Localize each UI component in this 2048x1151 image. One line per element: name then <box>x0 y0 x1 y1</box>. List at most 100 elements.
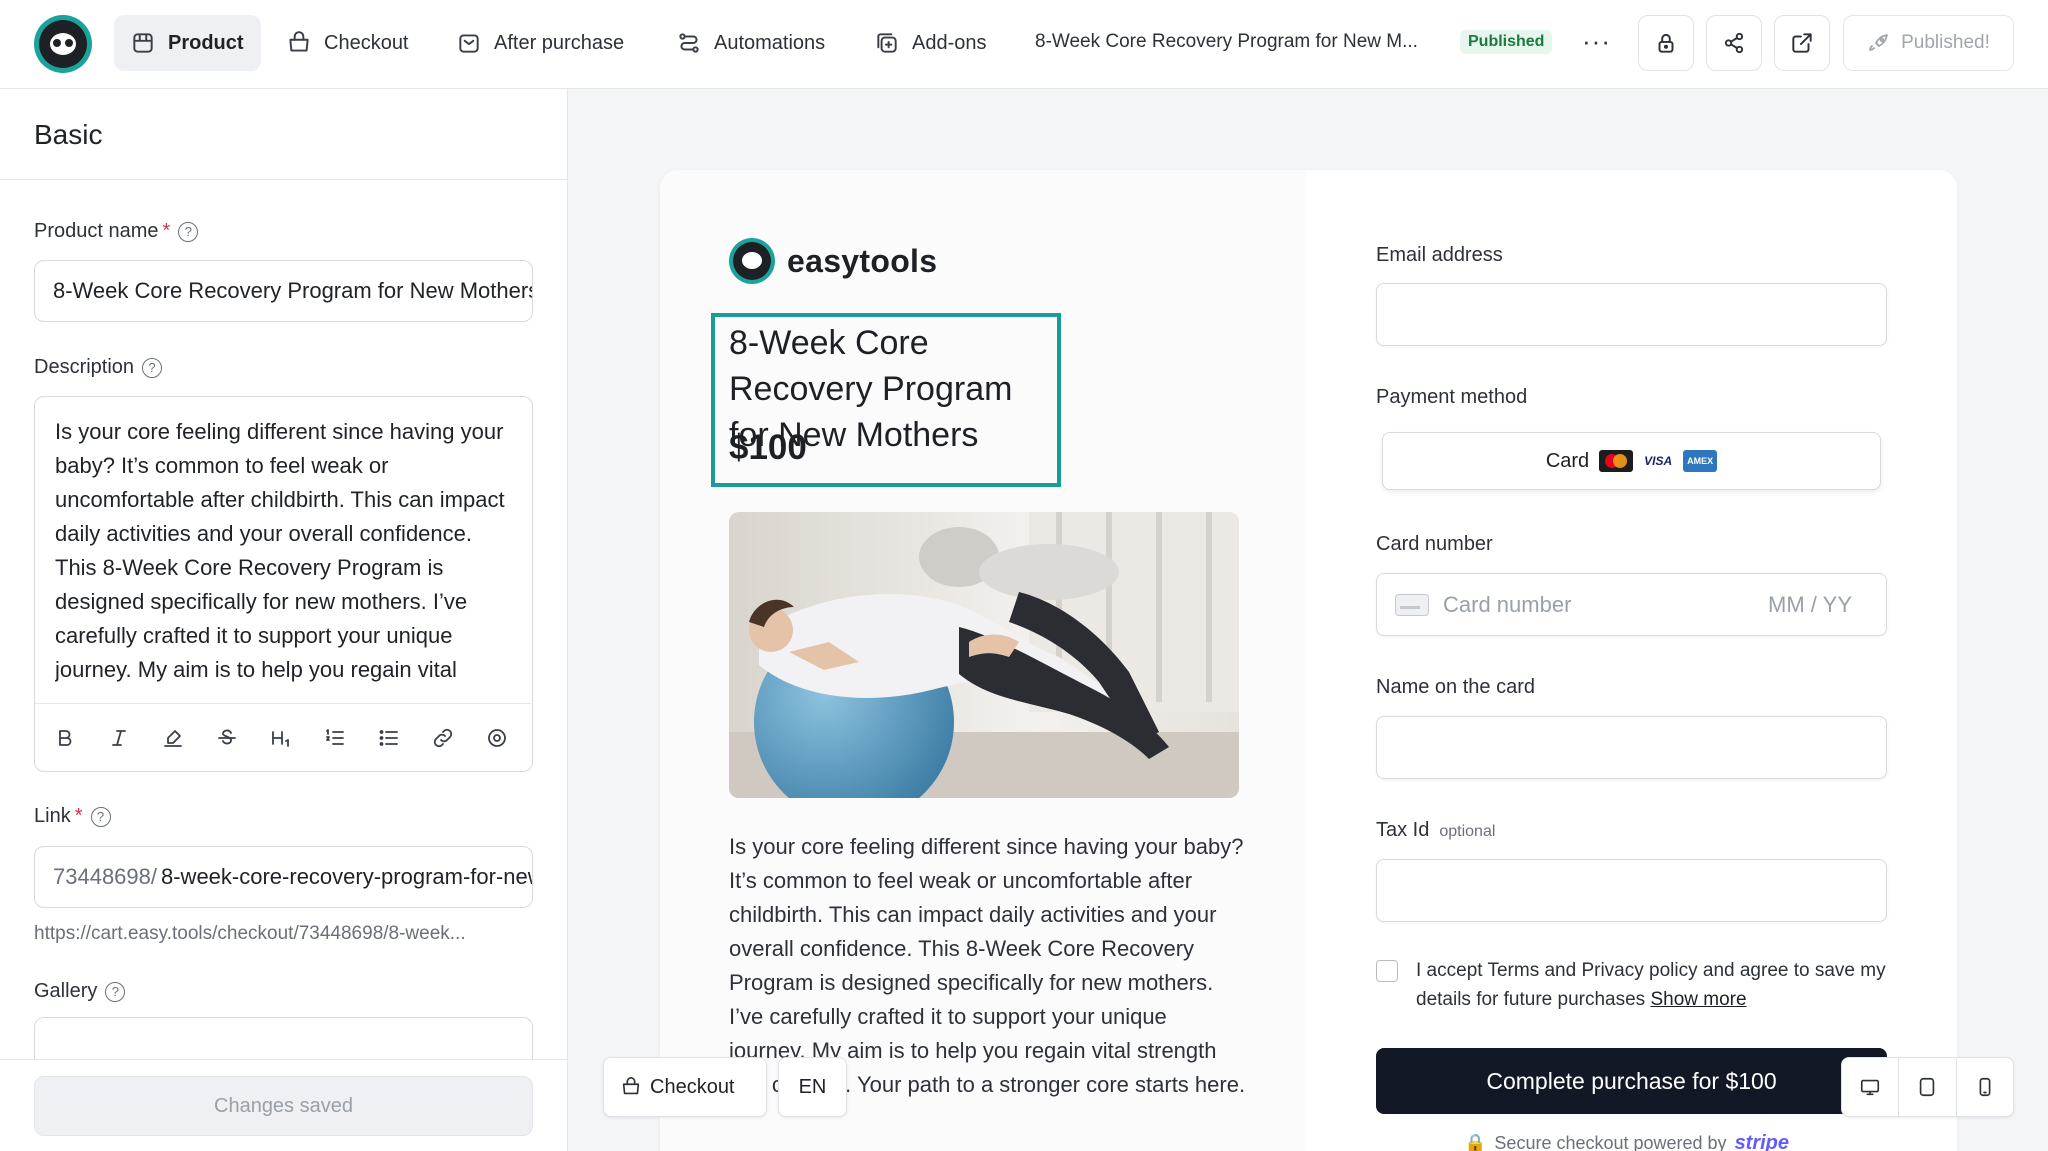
share-button[interactable] <box>1706 15 1762 71</box>
checkout-preview: easytools 8-Week Core Recovery Program f… <box>660 170 1957 1151</box>
tab-after-purchase[interactable]: After purchase <box>440 15 640 71</box>
heading-icon[interactable] <box>265 722 297 754</box>
top-bar: Product Checkout After purchase Automati… <box>0 0 2048 89</box>
help-icon[interactable]: ? <box>105 981 126 1002</box>
email-label: Email address <box>1376 244 1503 266</box>
help-icon[interactable]: ? <box>142 357 163 378</box>
highlight-icon[interactable] <box>157 722 189 754</box>
payment-card-label: Card <box>1545 449 1590 472</box>
brand: easytools <box>729 238 937 284</box>
mastercard-icon <box>1599 450 1634 472</box>
section-title: Basic <box>34 119 103 150</box>
visa-icon: VISA <box>1644 454 1673 468</box>
checkout-view-button[interactable]: Checkout <box>603 1057 767 1117</box>
amex-icon: AMEX <box>1683 450 1718 472</box>
share-icon <box>1724 32 1744 54</box>
required-mark: * <box>162 220 171 242</box>
publish-button[interactable]: Published! <box>1843 15 2014 71</box>
optional-tag: optional <box>1439 823 1496 840</box>
description-editor[interactable]: Is your core feeling different since hav… <box>34 396 533 772</box>
product-price[interactable]: $100 <box>729 428 807 468</box>
mobile-icon[interactable] <box>1957 1058 2013 1116</box>
changes-saved-button[interactable]: Changes saved <box>34 1076 533 1136</box>
complete-purchase-button[interactable]: Complete purchase for $100 <box>1376 1048 1887 1114</box>
emoji-icon[interactable] <box>481 722 513 754</box>
link-icon[interactable] <box>427 722 459 754</box>
numbered-list-icon[interactable] <box>319 722 351 754</box>
product-image[interactable] <box>729 512 1239 798</box>
email-field[interactable] <box>1376 283 1887 346</box>
tab-label: Product <box>168 31 244 54</box>
tab-add-ons[interactable]: Add-ons <box>858 15 1003 71</box>
section-divider <box>0 179 567 180</box>
product-summary: easytools 8-Week Core Recovery Program f… <box>660 170 1306 1151</box>
card-number-placeholder: Card number <box>1443 591 1572 617</box>
italic-icon[interactable] <box>103 722 135 754</box>
link-label: Link * ? <box>34 805 111 828</box>
stripe-logo: stripe <box>1734 1132 1790 1151</box>
show-more-link[interactable]: Show more <box>1650 989 1746 1010</box>
language-button[interactable]: EN <box>778 1057 847 1117</box>
lock-icon <box>1658 33 1674 53</box>
cart-icon <box>622 1077 640 1095</box>
payment-method-label: Payment method <box>1376 386 1528 408</box>
rocket-icon <box>1869 34 1889 51</box>
open-external-button[interactable] <box>1774 15 1830 71</box>
device-switcher <box>1841 1057 2014 1117</box>
bullet-list-icon[interactable] <box>373 722 405 754</box>
cart-icon <box>286 30 312 56</box>
description-label: Description ? <box>34 356 163 379</box>
tab-checkout[interactable]: Checkout <box>270 15 425 71</box>
tab-label: Add-ons <box>912 31 987 54</box>
tax-id-label: Tax Id optional <box>1376 819 1496 841</box>
lock-icon: 🔒 <box>1464 1133 1487 1151</box>
credit-card-icon <box>1395 593 1429 616</box>
tax-id-field[interactable] <box>1376 859 1887 922</box>
description-textarea[interactable]: Is your core feeling different since hav… <box>55 415 510 695</box>
tab-label: Checkout <box>324 31 409 54</box>
name-on-card-label: Name on the card <box>1376 676 1535 698</box>
brand-logo <box>729 238 775 284</box>
terms-checkbox[interactable] <box>1376 960 1398 982</box>
app-logo[interactable] <box>34 15 92 73</box>
strikethrough-icon[interactable] <box>211 722 243 754</box>
product-name-label: Product name * ? <box>34 220 199 243</box>
product-settings-panel: Basic Product name * ? 8-Week Core Recove… <box>0 89 568 1151</box>
terms-text: I accept Terms and Privacy policy and ag… <box>1416 960 1886 1010</box>
product-name-input[interactable]: 8-Week Core Recovery Program for New Mot… <box>34 260 533 322</box>
box-icon <box>130 30 156 56</box>
expiry-placeholder[interactable]: MM / YY <box>1768 592 1852 618</box>
checkout-form: Email address Payment method Card VISA A… <box>1306 170 1957 1151</box>
formatting-toolbar <box>35 703 531 771</box>
payment-method-card[interactable]: Card VISA AMEX <box>1382 432 1881 490</box>
external-link-icon <box>1792 33 1812 53</box>
desktop-icon[interactable] <box>1842 1058 1900 1116</box>
required-mark: * <box>74 805 83 827</box>
secure-checkout-note: 🔒 Secure checkout powered by stripe <box>1464 1132 1789 1151</box>
product-breadcrumb: 8-Week Core Recovery Program for New M..… <box>1035 31 1418 52</box>
tab-label: Automations <box>714 31 826 54</box>
more-menu-icon[interactable]: ··· <box>1582 26 1611 57</box>
panel-footer: Changes saved <box>0 1059 567 1151</box>
gallery-label: Gallery ? <box>34 980 126 1003</box>
help-icon[interactable]: ? <box>178 221 199 242</box>
brand-name: easytools <box>787 242 938 279</box>
link-prefix: 73448698/ <box>53 864 157 889</box>
link-slug[interactable]: 8-week-core-recovery-program-for-new-mot… <box>161 864 532 890</box>
publish-label: Published! <box>1901 32 1990 53</box>
card-number-label: Card number <box>1376 533 1493 555</box>
tab-product[interactable]: Product <box>114 15 261 71</box>
checkout-url[interactable]: https://cart.easy.tools/checkout/7344869… <box>34 923 466 945</box>
package-icon <box>456 30 482 56</box>
tab-label: After purchase <box>494 31 625 54</box>
add-icon <box>874 30 900 56</box>
bold-icon[interactable] <box>49 722 81 754</box>
card-number-field[interactable]: Card number MM / YY <box>1376 573 1887 636</box>
lock-button[interactable] <box>1638 15 1694 71</box>
tab-automations[interactable]: Automations <box>660 15 841 71</box>
link-slug-input[interactable]: 73448698/ 8-week-core-recovery-program-f… <box>34 846 533 908</box>
help-icon[interactable]: ? <box>90 806 111 827</box>
tablet-icon[interactable] <box>1899 1058 1957 1116</box>
name-on-card-field[interactable] <box>1376 716 1887 779</box>
terms-consent: I accept Terms and Privacy policy and ag… <box>1376 956 1896 1014</box>
